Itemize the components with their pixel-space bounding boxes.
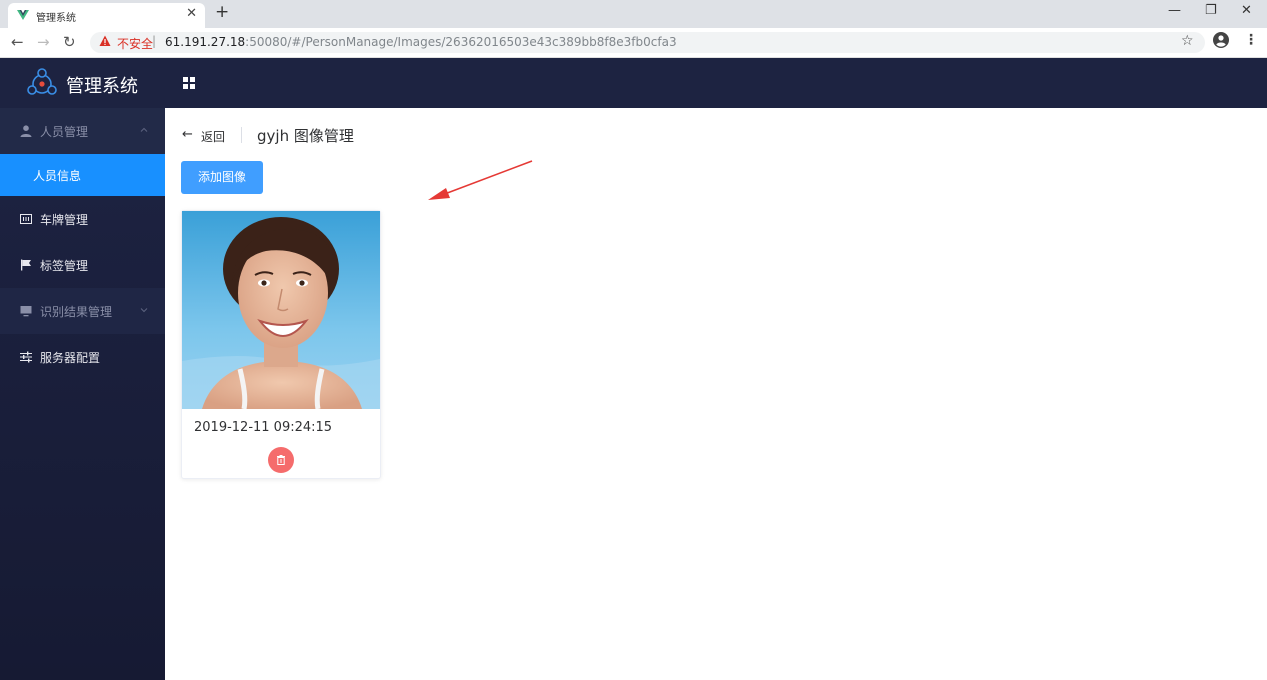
bookmark-star-icon[interactable]: ☆ bbox=[1181, 33, 1194, 49]
license-plate-icon bbox=[20, 214, 32, 224]
sidebar-item-person-management[interactable]: 人员管理 bbox=[0, 108, 165, 154]
app-title: 管理系统 bbox=[66, 76, 138, 97]
new-tab-icon[interactable]: + bbox=[215, 2, 229, 22]
grid-menu-icon[interactable] bbox=[183, 77, 195, 89]
sidebar-item-tag-management[interactable]: 标签管理 bbox=[0, 242, 165, 288]
sidebar-item-label: 服务器配置 bbox=[40, 351, 101, 365]
restore-icon[interactable]: ❐ bbox=[1205, 3, 1217, 18]
person-icon bbox=[20, 125, 32, 137]
header-divider bbox=[241, 127, 242, 143]
url-text: 61.191.27.18:50080/#/PersonManage/Images… bbox=[165, 35, 677, 49]
url-separator: | bbox=[152, 34, 157, 48]
sidebar-item-person-info[interactable]: 人员信息 bbox=[0, 154, 165, 196]
sidebar-item-label: 人员信息 bbox=[33, 169, 82, 183]
sidebar-item-plate-management[interactable]: 车牌管理 bbox=[0, 196, 165, 242]
url-host: 61.191.27.18 bbox=[165, 35, 246, 49]
sidebar-item-label: 标签管理 bbox=[40, 259, 89, 273]
annotation-arrow bbox=[428, 160, 533, 200]
url-path: :50080/#/PersonManage/Images/26362016503… bbox=[245, 35, 677, 49]
warning-icon bbox=[99, 35, 111, 46]
url-input[interactable]: 不安全 | 61.191.27.18:50080/#/PersonManage/… bbox=[90, 32, 1205, 53]
sidebar: 人员管理 人员信息 车牌管理 标签管理 识别结果管理 服务器配置 bbox=[0, 108, 165, 680]
monitor-icon bbox=[20, 306, 32, 317]
sidebar-item-label: 识别结果管理 bbox=[40, 305, 113, 319]
page-title: gyjh 图像管理 bbox=[257, 127, 354, 145]
chevron-up-icon bbox=[140, 127, 148, 132]
not-secure-label: 不安全 bbox=[117, 37, 154, 51]
forward-nav-icon[interactable]: → bbox=[37, 33, 50, 51]
person-photo[interactable] bbox=[182, 211, 380, 409]
sidebar-item-server-config[interactable]: 服务器配置 bbox=[0, 334, 165, 380]
image-card: 2019-12-11 09:24:15 bbox=[181, 210, 381, 479]
person-photo-image bbox=[182, 211, 380, 409]
image-date: 2019-12-11 09:24:15 bbox=[194, 420, 333, 435]
back-arrow-icon[interactable]: ← bbox=[182, 127, 193, 142]
sliders-icon bbox=[20, 351, 32, 363]
browser-tab-bar: 管理系统 ✕ + — ❐ ✕ bbox=[0, 0, 1267, 28]
vue-logo-icon bbox=[17, 10, 29, 20]
sidebar-item-recognition-results[interactable]: 识别结果管理 bbox=[0, 288, 165, 334]
reload-icon[interactable]: ↻ bbox=[63, 33, 76, 51]
close-window-icon[interactable]: ✕ bbox=[1241, 3, 1252, 18]
app-header: 管理系统 bbox=[0, 58, 1267, 108]
minimize-icon[interactable]: — bbox=[1168, 3, 1181, 18]
delete-image-button[interactable] bbox=[268, 447, 294, 473]
flag-icon bbox=[21, 259, 31, 271]
chevron-down-icon bbox=[140, 308, 148, 313]
app-logo-icon bbox=[27, 68, 57, 95]
sidebar-item-label: 车牌管理 bbox=[40, 213, 89, 227]
browser-tab[interactable]: 管理系统 ✕ bbox=[8, 3, 205, 28]
browser-menu-icon[interactable]: ⋮ bbox=[1244, 32, 1258, 48]
add-image-button[interactable]: 添加图像 bbox=[181, 161, 263, 194]
trash-icon bbox=[277, 455, 285, 465]
tab-title: 管理系统 bbox=[36, 13, 76, 24]
profile-icon[interactable] bbox=[1213, 32, 1229, 48]
sidebar-item-label: 人员管理 bbox=[40, 125, 89, 139]
back-nav-icon[interactable]: ← bbox=[11, 33, 24, 51]
back-link[interactable]: 返回 bbox=[201, 128, 225, 145]
close-tab-icon[interactable]: ✕ bbox=[186, 6, 197, 21]
address-bar: ← → ↻ 不安全 | 61.191.27.18:50080/#/PersonM… bbox=[0, 28, 1267, 58]
